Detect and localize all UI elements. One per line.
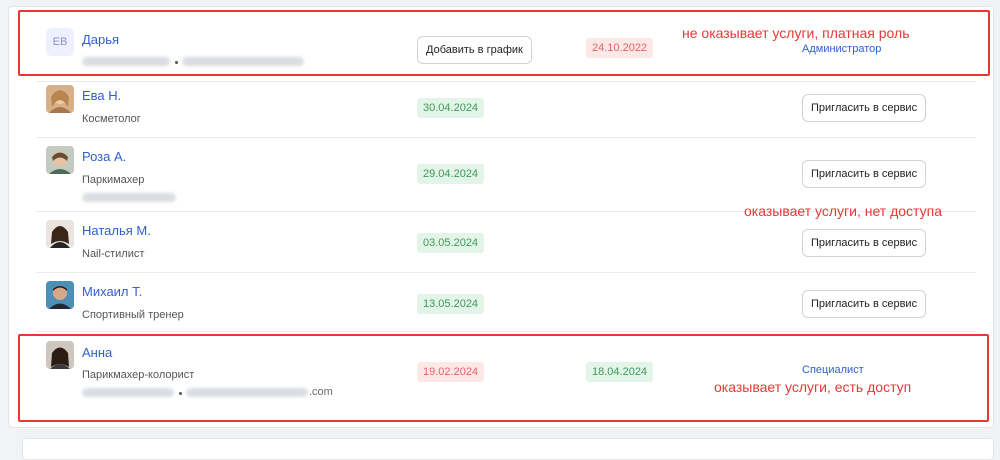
avatar <box>46 146 74 174</box>
user-role: Косметолог <box>82 113 141 125</box>
annotation-box <box>18 334 989 422</box>
row-divider <box>36 272 976 273</box>
avatar-photo <box>46 220 74 248</box>
invite-button[interactable]: Пригласить в сервис <box>802 94 927 122</box>
user-name[interactable]: Наталья М. <box>82 223 151 238</box>
user-role: Паркимахер <box>82 174 145 186</box>
date-badge: 29.04.2024 <box>417 164 485 184</box>
annotation-box <box>18 10 990 76</box>
blurred-phone <box>82 193 176 202</box>
invite-button[interactable]: Пригласить в сервис <box>802 229 927 257</box>
annotation-text: не оказывает услуги, платная роль <box>682 25 910 41</box>
avatar-photo <box>46 85 74 113</box>
avatar <box>46 85 74 113</box>
avatar-photo <box>46 281 74 309</box>
date-badge: 13.05.2024 <box>417 294 485 314</box>
annotation-text: оказывает услуги, нет доступа <box>744 203 942 219</box>
row-divider <box>36 81 976 82</box>
user-role: Nail-стилист <box>82 248 145 260</box>
annotation-text: оказывает услуги, есть доступ <box>714 379 912 395</box>
user-name[interactable]: Ева Н. <box>82 88 121 103</box>
avatar <box>46 281 74 309</box>
date-badge: 03.05.2024 <box>417 233 485 253</box>
row-divider <box>36 137 976 138</box>
date-badge: 30.04.2024 <box>417 98 485 118</box>
user-name[interactable]: Михаил Т. <box>82 284 142 299</box>
avatar <box>46 220 74 248</box>
invite-button[interactable]: Пригласить в сервис <box>802 160 927 188</box>
avatar-photo <box>46 146 74 174</box>
user-role: Спортивный тренер <box>82 309 184 321</box>
invite-button[interactable]: Пригласить в сервис <box>802 290 927 318</box>
row-divider <box>36 331 976 332</box>
next-card <box>22 438 994 460</box>
user-name[interactable]: Роза А. <box>82 149 126 164</box>
